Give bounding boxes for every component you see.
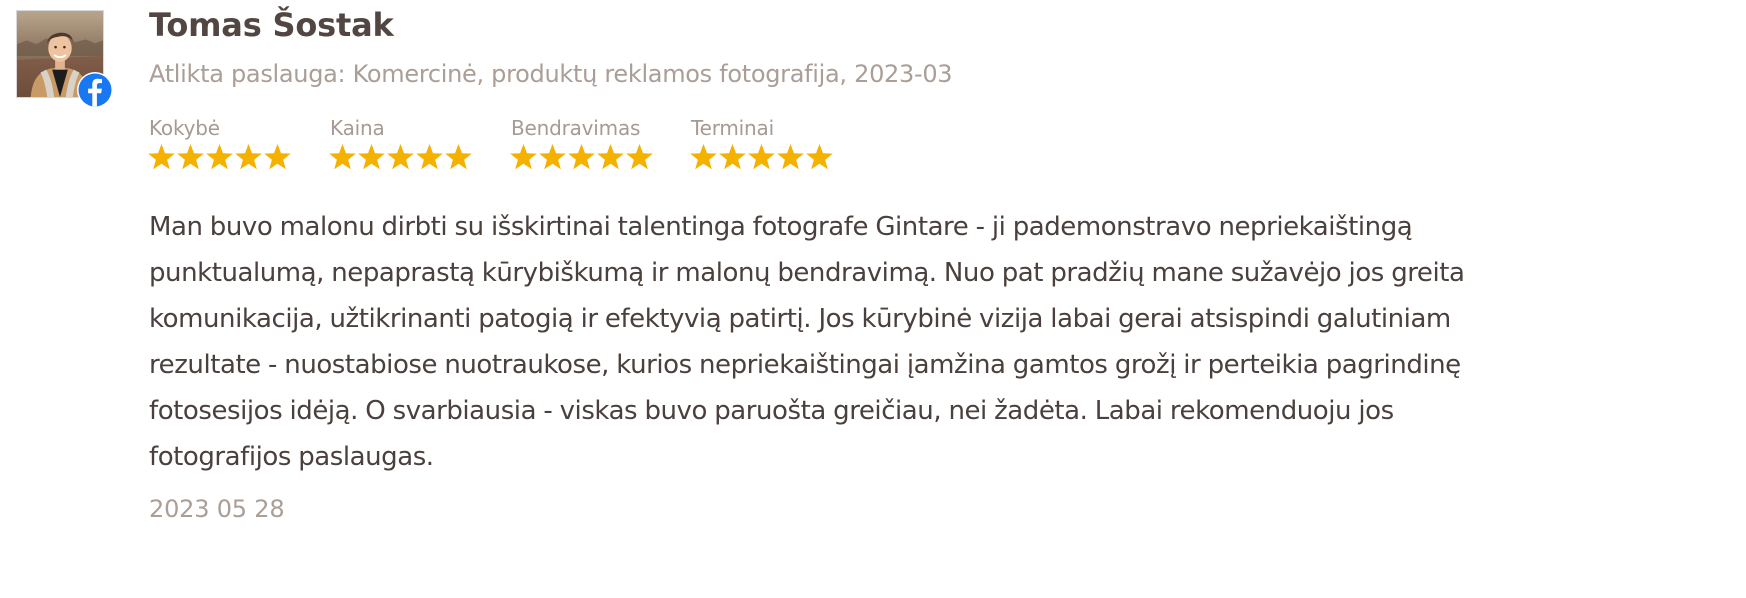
- rating-price: Kaina: [328, 116, 498, 175]
- star-rating: [147, 143, 317, 175]
- facebook-icon[interactable]: [76, 71, 114, 109]
- ratings: Kokybė Kaina Bendravimas Terminai: [147, 116, 867, 176]
- rating-label: Terminai: [691, 116, 774, 140]
- star-icon: [568, 144, 595, 170]
- star-icon: [445, 144, 472, 170]
- star-icon: [387, 144, 414, 170]
- rating-quality: Kokybė: [147, 116, 317, 175]
- service-description: Atlikta paslauga: Komercinė, produktų re…: [149, 60, 953, 88]
- star-icon: [719, 144, 746, 170]
- rating-label: Kokybė: [149, 116, 220, 140]
- star-icon: [235, 144, 262, 170]
- rating-label: Bendravimas: [511, 116, 641, 140]
- star-icon: [148, 144, 175, 170]
- star-icon: [206, 144, 233, 170]
- star-rating: [328, 143, 498, 175]
- star-icon: [510, 144, 537, 170]
- star-icon: [416, 144, 443, 170]
- reviewer-name: Tomas Šostak: [149, 6, 394, 44]
- star-icon: [748, 144, 775, 170]
- star-icon: [806, 144, 833, 170]
- star-icon: [264, 144, 291, 170]
- review-text: Man buvo malonu dirbti su išskirtinai ta…: [149, 212, 1465, 472]
- star-rating: [509, 143, 679, 175]
- star-icon: [626, 144, 653, 170]
- star-icon: [177, 144, 204, 170]
- star-icon: [358, 144, 385, 170]
- rating-deadlines: Terminai: [689, 116, 859, 175]
- star-icon: [597, 144, 624, 170]
- star-icon: [539, 144, 566, 170]
- star-icon: [777, 144, 804, 170]
- review-date: 2023 05 28: [149, 495, 285, 523]
- review-card: Tomas Šostak Atlikta paslauga: Komercinė…: [0, 0, 1746, 598]
- avatar[interactable]: [16, 10, 113, 108]
- rating-communication: Bendravimas: [509, 116, 679, 175]
- star-icon: [690, 144, 717, 170]
- rating-label: Kaina: [330, 116, 385, 140]
- star-rating: [689, 143, 859, 175]
- star-icon: [329, 144, 356, 170]
